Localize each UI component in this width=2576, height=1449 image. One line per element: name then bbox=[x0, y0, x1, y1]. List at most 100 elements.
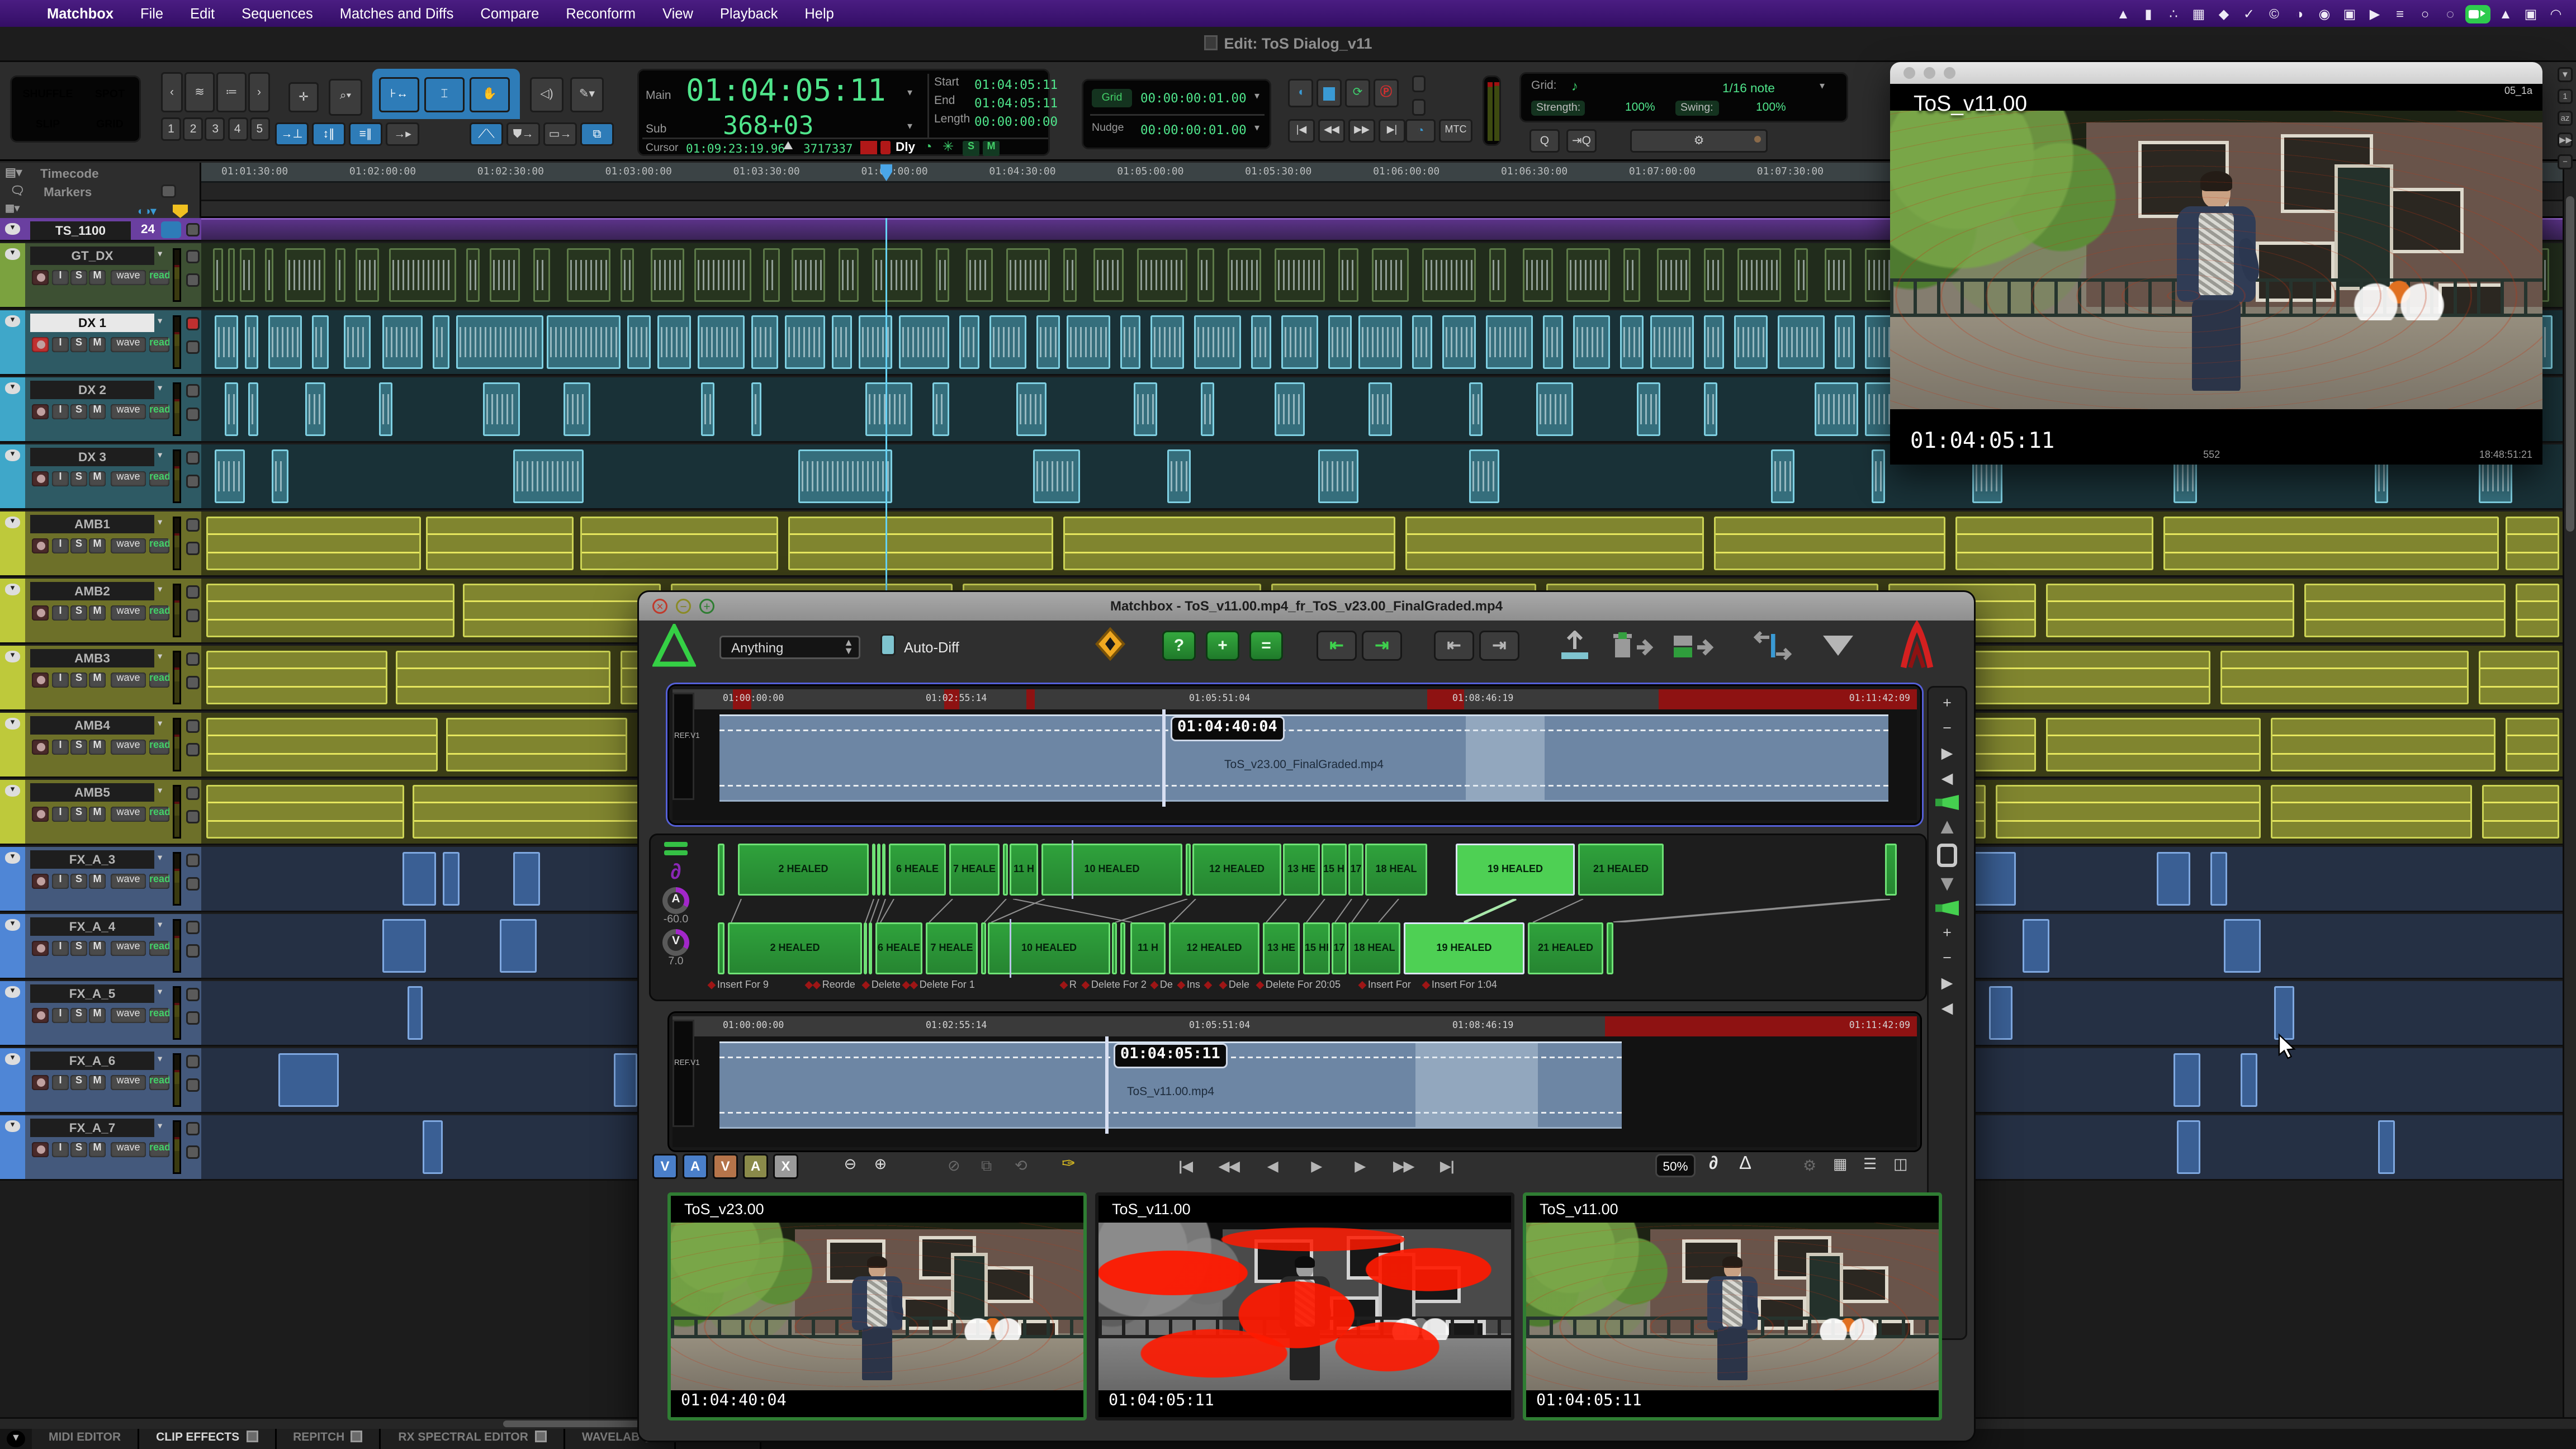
prev-diff-button[interactable]: ⇤ bbox=[1434, 631, 1474, 661]
mute-button[interactable]: M bbox=[89, 337, 106, 352]
audio-clip[interactable] bbox=[446, 718, 627, 771]
record-enable-button[interactable] bbox=[32, 1008, 49, 1023]
audio-clip[interactable] bbox=[1120, 315, 1140, 369]
main-counter-caret[interactable]: ▾ bbox=[907, 87, 912, 99]
healed-clip-13-he[interactable]: 13 HE bbox=[1283, 844, 1320, 896]
target-timeline-ruler[interactable]: 01:00:00:0001:02:55:1401:05:51:0401:08:4… bbox=[673, 1016, 1917, 1036]
ref-timeline-track[interactable]: ToS_v23.00_FinalGraded.mp401:04:40:04 bbox=[673, 709, 1917, 820]
track-comments-icon[interactable] bbox=[186, 944, 200, 958]
audio-clip[interactable] bbox=[936, 248, 949, 302]
track-comments-icon[interactable] bbox=[186, 340, 200, 354]
audio-clip[interactable] bbox=[1368, 382, 1392, 436]
status-icon[interactable]: ◑ bbox=[2289, 6, 2309, 21]
audio-clip[interactable] bbox=[792, 248, 825, 302]
record-enable-button[interactable] bbox=[32, 673, 49, 688]
audio-clip[interactable] bbox=[466, 248, 480, 302]
swing-label[interactable]: Swing: bbox=[1675, 101, 1718, 116]
diff-marker-insert-for-1-04[interactable]: ◆Insert For 1:04 bbox=[1422, 979, 1497, 991]
mute-button[interactable]: M bbox=[89, 1008, 106, 1023]
audio-clip[interactable] bbox=[1318, 449, 1358, 503]
track-comments-icon[interactable] bbox=[186, 1145, 200, 1159]
audio-clip[interactable] bbox=[1737, 248, 1781, 302]
audio-clip[interactable] bbox=[2304, 584, 2506, 637]
filter-select[interactable]: Anything▲▼ bbox=[719, 636, 860, 659]
transport-mini-1[interactable] bbox=[1412, 75, 1426, 92]
sub-counter-caret[interactable]: ▾ bbox=[907, 121, 912, 132]
record-enable-button[interactable] bbox=[32, 740, 49, 755]
mute-button[interactable]: M bbox=[89, 874, 106, 889]
healed-clip-10-healed[interactable]: 10 HEALED bbox=[1041, 844, 1182, 896]
audio-clip[interactable] bbox=[206, 651, 387, 704]
video-track-name[interactable]: TS_1100 bbox=[30, 221, 131, 239]
audio-clip[interactable] bbox=[1067, 315, 1110, 369]
keyframe-icon[interactable] bbox=[1095, 627, 1125, 661]
track-collapse[interactable]: ▾ bbox=[5, 382, 20, 394]
timeline-control-◀[interactable]: ◀ bbox=[1934, 768, 1961, 788]
solo-button[interactable]: S bbox=[70, 740, 87, 755]
copy-up-icon[interactable]: ▲ bbox=[1934, 817, 1961, 837]
track-collapse[interactable]: ▾ bbox=[5, 517, 20, 528]
automation-follows-button[interactable]: ⧉ bbox=[580, 122, 614, 146]
timeline-control-+[interactable]: + bbox=[1934, 693, 1961, 713]
automation-mode-button[interactable]: read bbox=[149, 740, 169, 755]
audio-clip[interactable] bbox=[1405, 517, 1704, 570]
dock-tab-clip-effects[interactable]: CLIP EFFECTS bbox=[139, 1429, 276, 1449]
track-view-selector[interactable]: wave bbox=[111, 1075, 146, 1090]
loop-toggle-icon[interactable]: ◐◑▾ bbox=[138, 204, 156, 217]
audio-clip[interactable] bbox=[1825, 248, 1852, 302]
transport-rtz-button[interactable]: |◀ bbox=[1288, 119, 1315, 143]
menu-item-reconform[interactable]: Reconform bbox=[552, 5, 649, 22]
track-comments-icon[interactable] bbox=[186, 743, 200, 756]
audio-clip[interactable] bbox=[1815, 382, 1858, 436]
track-comments-icon[interactable] bbox=[186, 877, 200, 891]
matchbox-title-bar[interactable]: Matchbox - ToS_v11.00.mp4_fr_ToS_v23.00_… bbox=[639, 592, 1974, 621]
match-unknown-button[interactable]: ? bbox=[1162, 631, 1196, 661]
mode-shuffle[interactable]: SHUFFLE bbox=[17, 82, 79, 109]
layout-icon[interactable]: ◫ bbox=[1893, 1156, 1908, 1174]
thumbnail-difference[interactable]: ToS_v11.0001:04:05:11 bbox=[1095, 1192, 1514, 1420]
healed-clip-11-h[interactable]: 11 H bbox=[1130, 922, 1166, 974]
track-output-icon[interactable] bbox=[186, 719, 200, 733]
audio-clip[interactable] bbox=[389, 248, 456, 302]
track-name-dx-3[interactable]: DX 3 bbox=[30, 448, 154, 466]
tab-transient-button[interactable]: →⊥ bbox=[275, 122, 309, 146]
track-name-dx-1[interactable]: DX 1 bbox=[30, 314, 154, 332]
nudge-value[interactable]: 00:00:00:01.00 bbox=[1140, 122, 1247, 138]
track-collapse[interactable]: ▾ bbox=[5, 315, 20, 327]
healed-clip-21-healed[interactable]: 21 HEALED bbox=[1578, 844, 1664, 896]
healed-clip-10-healed[interactable]: 10 HEALED bbox=[988, 922, 1110, 974]
track-output-icon[interactable] bbox=[186, 787, 200, 800]
audio-clip[interactable] bbox=[1033, 449, 1080, 503]
mute-button[interactable]: M bbox=[89, 941, 106, 956]
audio-clip[interactable] bbox=[285, 248, 325, 302]
track-output-icon[interactable] bbox=[186, 988, 200, 1001]
healed-clip-12-healed[interactable]: 12 HEALED bbox=[1169, 922, 1259, 974]
healed-clip-19-healed[interactable]: 19 HEALED bbox=[1404, 922, 1524, 974]
audio-clip[interactable] bbox=[1771, 449, 1794, 503]
audio-clip[interactable] bbox=[1167, 449, 1191, 503]
mode-slip[interactable]: SLIP bbox=[17, 112, 79, 139]
marker-view-icon[interactable] bbox=[161, 184, 176, 198]
record-enable-button[interactable] bbox=[32, 471, 49, 486]
healed-clip-21-healed[interactable]: 21 HEALED bbox=[1528, 922, 1603, 974]
audio-clip[interactable] bbox=[1523, 248, 1553, 302]
audio-clip[interactable] bbox=[1778, 315, 1825, 369]
audio-clip[interactable] bbox=[456, 315, 543, 369]
grid-caret[interactable]: ▾ bbox=[1254, 91, 1259, 102]
audio-clip[interactable] bbox=[1969, 852, 2016, 906]
swing-value[interactable]: 100% bbox=[1756, 102, 1786, 114]
ref-timeline-ruler[interactable]: 01:00:00:0001:02:55:1401:05:51:0401:08:4… bbox=[673, 689, 1917, 709]
audio-clip[interactable] bbox=[751, 382, 761, 436]
audio-clip[interactable] bbox=[382, 315, 423, 369]
video-threshold-knob[interactable]: V bbox=[662, 929, 689, 956]
audio-clip[interactable] bbox=[356, 248, 379, 302]
audio-clip[interactable] bbox=[1996, 785, 2261, 839]
timeline-control-−[interactable]: − bbox=[1934, 718, 1961, 738]
audio-clip[interactable] bbox=[788, 517, 1053, 570]
menu-item-help[interactable]: Help bbox=[791, 5, 847, 22]
edit-window-title[interactable]: Edit: ToS Dialog_v11 bbox=[0, 27, 2576, 62]
audio-clip[interactable] bbox=[2163, 517, 2499, 570]
audio-clip[interactable] bbox=[272, 449, 288, 503]
track-collapse[interactable]: ▾ bbox=[5, 223, 20, 235]
marker-follows-button[interactable]: ⛊→ bbox=[506, 122, 540, 146]
